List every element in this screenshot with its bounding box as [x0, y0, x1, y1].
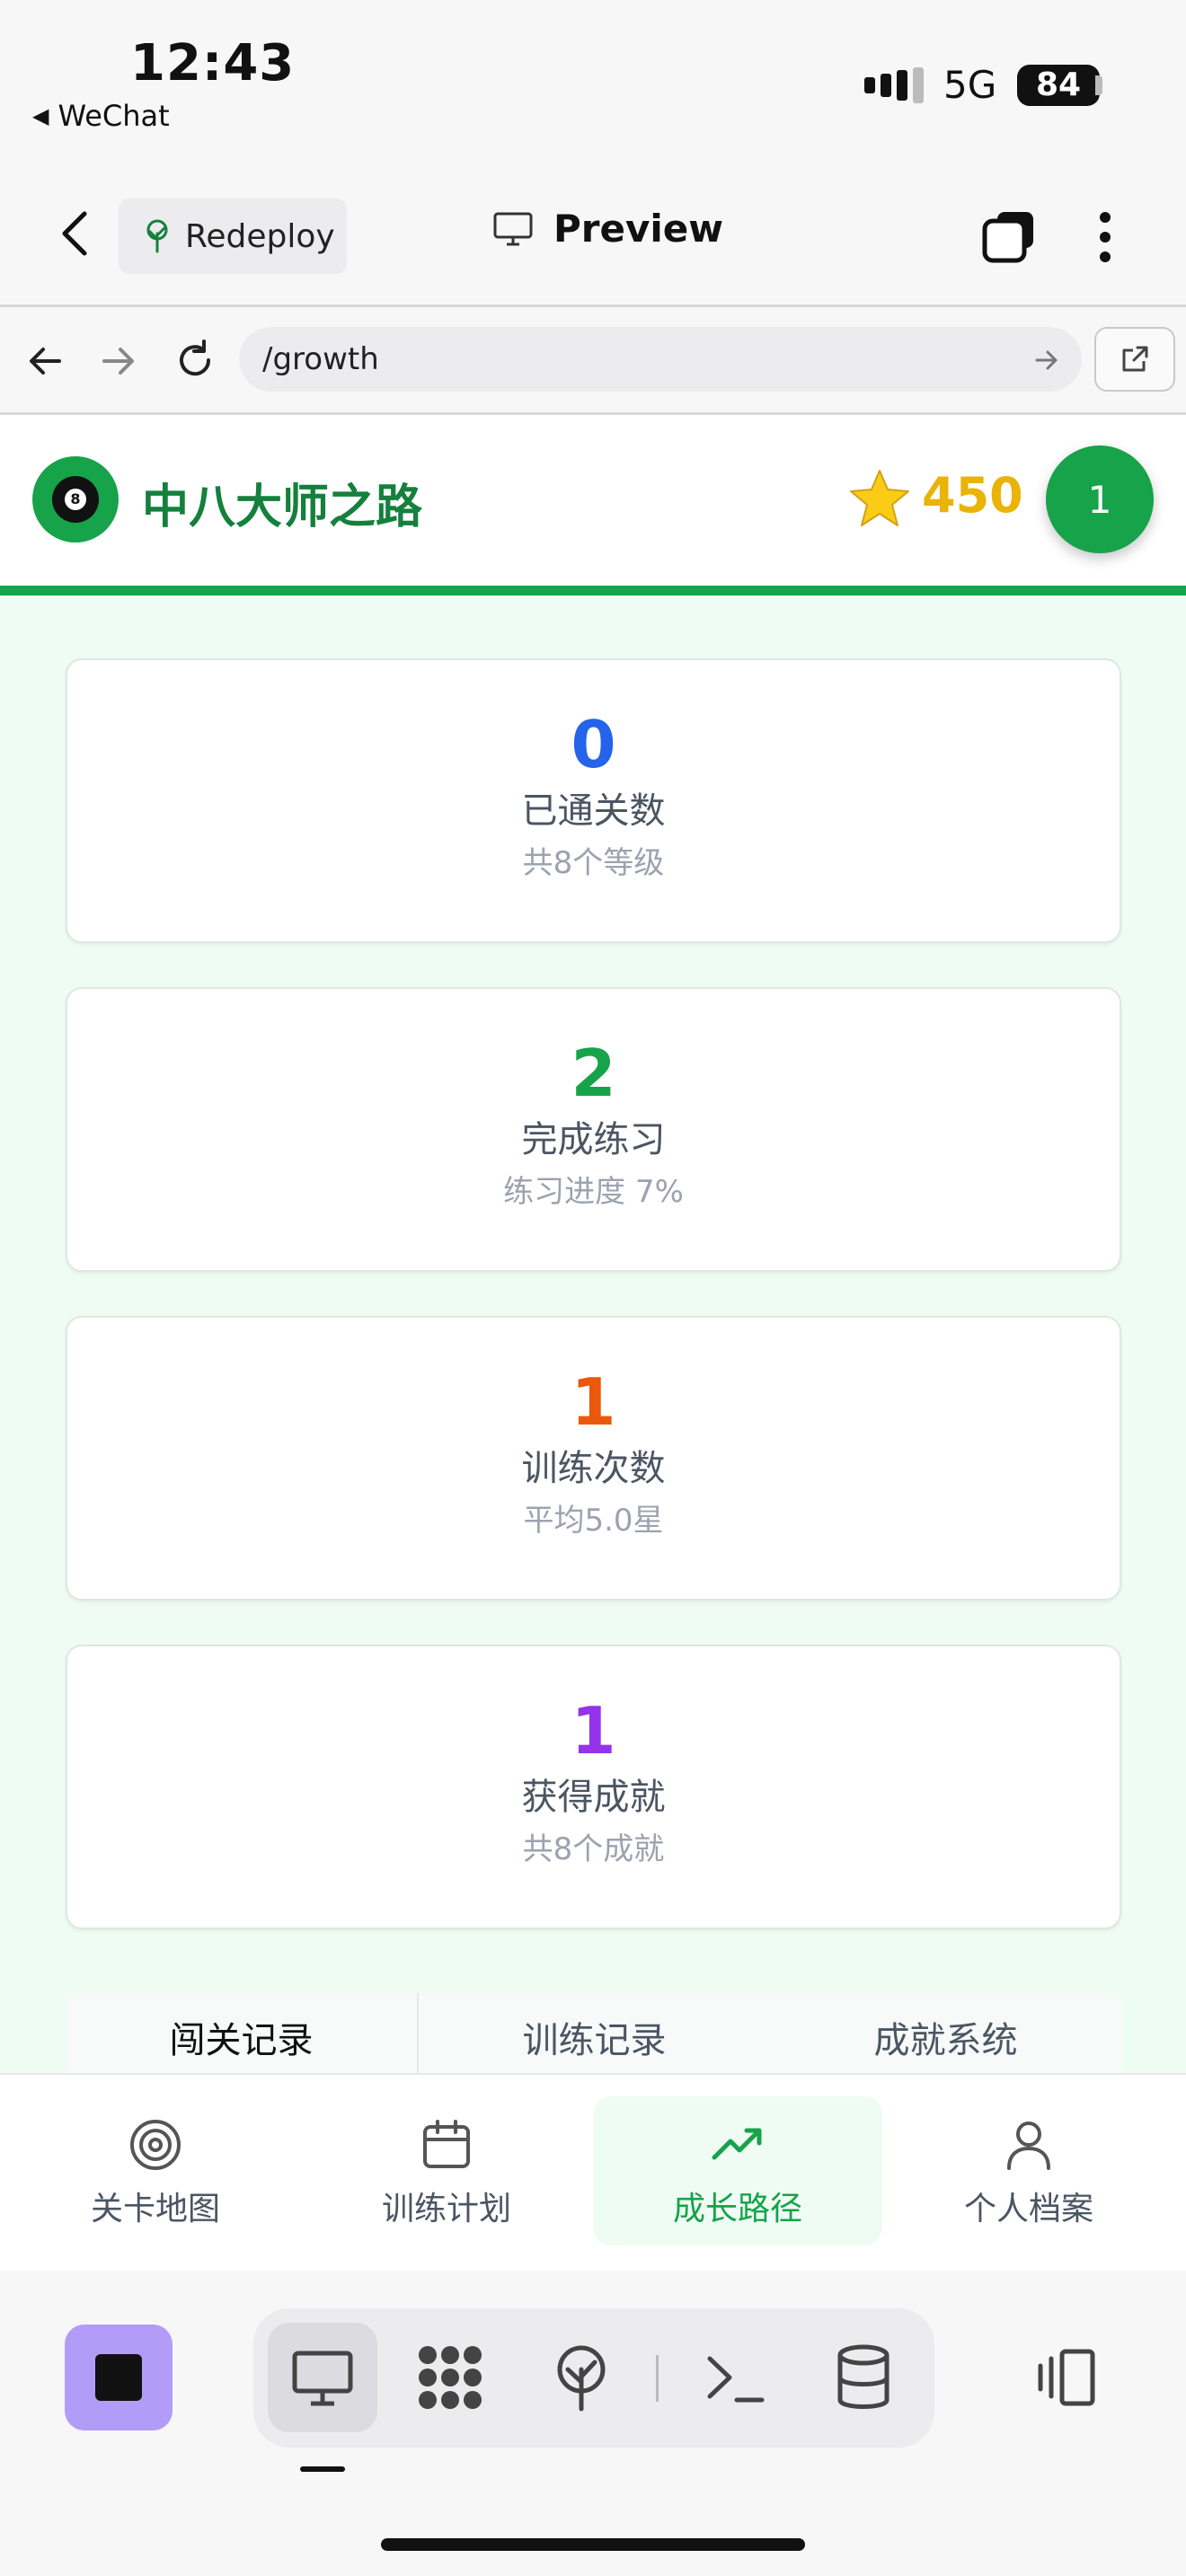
star-icon: [850, 470, 909, 526]
home-indicator[interactable]: [381, 2538, 805, 2551]
stat-card-practice-done: 2 完成练习 练习进度 7%: [66, 987, 1121, 1272]
back-triangle-icon: ◀: [32, 103, 49, 128]
side-panel-icon[interactable]: [1031, 2342, 1102, 2413]
stat-sub: 平均5.0星: [523, 1503, 664, 1539]
bottom-nav: 关卡地图 训练计划 成长路径 个人档案: [0, 2073, 1186, 2271]
open-external-button[interactable]: [1094, 327, 1175, 392]
growth-content: 0 已通关数 共8个等级 2 完成练习 练习进度 7% 1 训练次数 平均5.0…: [0, 595, 1186, 2073]
browser-back-icon[interactable]: [25, 341, 65, 381]
header-accent-bar: [0, 586, 1186, 595]
apps-grid-icon[interactable]: [415, 2342, 485, 2413]
records-segmented-tabs: 闯关记录 训练记录 成就系统: [66, 1993, 1121, 2073]
preview-label: Preview: [553, 207, 724, 251]
nav-label: 关卡地图: [90, 2191, 220, 2228]
nav-label: 训练计划: [381, 2191, 511, 2228]
url-field[interactable]: /growth: [239, 327, 1082, 392]
go-arrow-icon[interactable]: [1033, 347, 1060, 374]
target-icon: [130, 2120, 181, 2170]
nav-growth-path[interactable]: 成长路径: [593, 2096, 882, 2245]
nav-label: 成长路径: [672, 2191, 802, 2228]
stat-sub: 练习进度 7%: [503, 1174, 684, 1210]
battery-level: 84: [1017, 65, 1100, 106]
stat-value: 0: [571, 707, 616, 782]
stat-label: 训练次数: [521, 1448, 666, 1489]
tree-icon: [146, 219, 168, 253]
monitor-preview-icon[interactable]: [288, 2342, 358, 2413]
nav-training-plan[interactable]: 训练计划: [302, 2096, 591, 2245]
stat-sub: 共8个等级: [522, 845, 665, 881]
monitor-icon: [493, 212, 533, 245]
points-count: 450: [922, 467, 1023, 524]
more-options-icon[interactable]: [1098, 210, 1112, 264]
stat-card-training-count: 1 训练次数 平均5.0星: [66, 1316, 1121, 1601]
stat-value: 2: [571, 1036, 616, 1111]
status-time: 12:43: [130, 34, 296, 93]
signal-strength-icon: [864, 67, 924, 103]
battery-tip-icon: [1095, 75, 1102, 95]
eight-ball-icon: 8: [52, 476, 99, 523]
preview-title: Preview: [492, 207, 723, 251]
terminal-icon[interactable]: [701, 2342, 771, 2413]
calendar-icon: [423, 2120, 470, 2168]
stop-icon: [95, 2354, 142, 2401]
nav-profile[interactable]: 个人档案: [884, 2096, 1173, 2245]
redeploy-label: Redeploy: [185, 217, 335, 255]
database-icon[interactable]: [828, 2342, 898, 2413]
stat-value: 1: [571, 1693, 616, 1769]
browser-forward-icon[interactable]: [99, 341, 138, 381]
level-badge[interactable]: 1: [1046, 446, 1154, 553]
stat-label: 获得成就: [521, 1777, 666, 1818]
stat-card-levels-cleared: 0 已通关数 共8个等级: [66, 658, 1121, 943]
back-to-app-link[interactable]: ◀ WeChat: [32, 99, 170, 133]
nav-level-map[interactable]: 关卡地图: [11, 2096, 300, 2245]
back-app-label: WeChat: [58, 99, 170, 133]
redeploy-button[interactable]: Redeploy: [119, 198, 347, 274]
url-text: /growth: [262, 341, 379, 377]
stat-label: 完成练习: [521, 1119, 666, 1160]
stat-value: 1: [571, 1364, 616, 1440]
tabs-switcher-icon[interactable]: [981, 208, 1037, 264]
dev-separator: [656, 2355, 659, 2402]
tab-achievement-system[interactable]: 成就系统: [770, 1993, 1121, 2073]
stat-card-achievements: 1 获得成就 共8个成就: [66, 1645, 1121, 1929]
stat-label: 已通关数: [521, 790, 666, 832]
network-type: 5G: [943, 63, 997, 107]
external-link-icon: [1122, 346, 1148, 372]
active-mode-indicator: [300, 2466, 345, 2472]
tab-training-records[interactable]: 训练记录: [419, 1993, 770, 2073]
nav-label: 个人档案: [963, 2191, 1093, 2228]
trending-up-icon: [712, 2128, 762, 2160]
app-title: 中八大师之路: [142, 481, 423, 534]
user-icon: [1007, 2122, 1050, 2170]
ball-number: 8: [65, 489, 86, 510]
tab-challenge-records[interactable]: 闯关记录: [66, 1993, 419, 2073]
stat-sub: 共8个成就: [522, 1831, 665, 1867]
billiard-logo: 8: [32, 456, 119, 543]
toolbar-divider: [0, 304, 1186, 307]
deploy-tree-icon[interactable]: [546, 2342, 616, 2413]
stop-button[interactable]: [65, 2325, 173, 2430]
back-chevron-icon[interactable]: [58, 207, 93, 260]
reload-icon[interactable]: [173, 338, 217, 383]
